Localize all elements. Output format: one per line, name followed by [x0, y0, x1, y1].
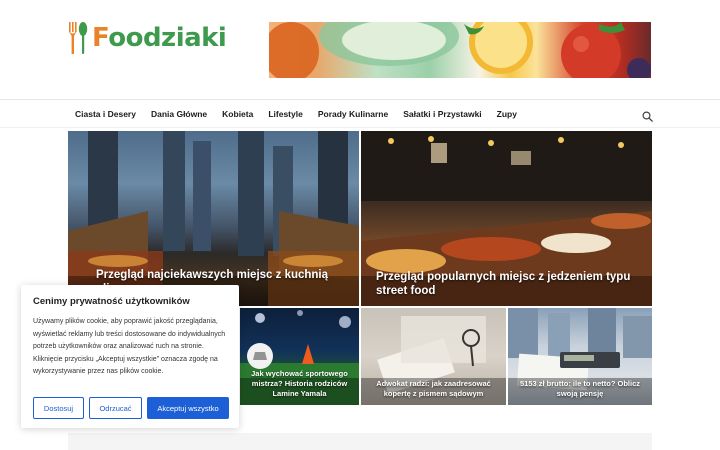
article-tile-street-food-popular[interactable]: Przegląd popularnych miejsc z jedzeniem …	[361, 131, 652, 306]
main-navigation: Ciasta i Desery Dania Główne Kobieta Lif…	[75, 106, 532, 122]
customize-button[interactable]: Dostosuj	[33, 397, 84, 419]
site-logo[interactable]: Foodziaki	[67, 18, 227, 58]
article-title[interactable]: 5153 zł brutto: ile to netto? Oblicz swo…	[508, 379, 652, 405]
logo-text: Foodziaki	[92, 23, 227, 53]
nav-item-porady-kulinarne[interactable]: Porady Kulinarne	[318, 106, 388, 122]
article-tile-sports[interactable]: Jak wychować sportowego mistrza? Histori…	[240, 308, 359, 405]
reject-button[interactable]: Odrzucać	[89, 397, 142, 419]
fork-spoon-icon	[67, 19, 89, 57]
nav-item-lifestyle[interactable]: Lifestyle	[268, 106, 303, 122]
header-divider	[0, 99, 720, 100]
nav-item-salatki-i-przystawki[interactable]: Sałatki i Przystawki	[403, 106, 481, 122]
article-tile-street-food-city[interactable]: Przegląd najciekawszych miejsc z kuchnią…	[68, 131, 359, 306]
article-title[interactable]: Adwokat radzi: jak zaadresować kopertę z…	[361, 379, 506, 405]
nav-divider	[0, 127, 720, 128]
nav-item-zupy[interactable]: Zupy	[497, 106, 517, 122]
cookie-description: Używamy plików cookie, aby poprawić jako…	[33, 318, 226, 375]
content-strip	[68, 433, 652, 450]
cookie-consent-dialog: Cenimy prywatność użytkowników Używamy p…	[21, 285, 239, 428]
header-banner-image[interactable]	[269, 22, 651, 78]
search-icon[interactable]	[642, 109, 653, 122]
article-tile-salary[interactable]: 5153 zł brutto: ile to netto? Oblicz swo…	[508, 308, 652, 405]
cookie-button-row: Dostosuj Odrzucać Akceptuj wszystko	[33, 397, 229, 419]
article-title[interactable]: Przegląd popularnych miejsc z jedzeniem …	[361, 270, 652, 306]
accept-all-button[interactable]: Akceptuj wszystko	[147, 397, 229, 419]
article-tile-envelope[interactable]: Adwokat radzi: jak zaadresować kopertę z…	[361, 308, 506, 405]
article-title[interactable]: Jak wychować sportowego mistrza? Histori…	[240, 369, 359, 405]
nav-item-dania-glowne[interactable]: Dania Główne	[151, 106, 207, 122]
nav-item-kobieta[interactable]: Kobieta	[222, 106, 253, 122]
nav-item-ciasta-i-desery[interactable]: Ciasta i Desery	[75, 106, 136, 122]
cookie-title: Cenimy prywatność użytkowników	[33, 296, 190, 307]
